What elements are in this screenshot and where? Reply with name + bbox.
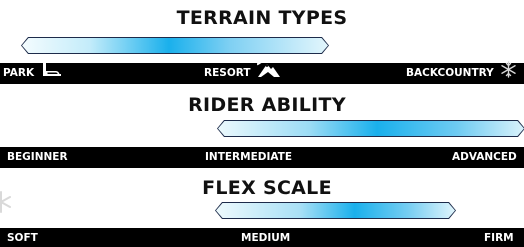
label-park-text: PARK [3,67,35,79]
label-resort-text: RESORT [204,67,251,79]
label-soft: SOFT [7,232,38,244]
terrain-label-band: PARK RESORT BACKCOUNTRY [0,60,524,86]
flex-range-bar [215,202,456,219]
label-medium: MEDIUM [241,232,291,244]
flex-label-band: SOFT MEDIUM FIRM [0,228,524,247]
label-backcountry-text: BACKCOUNTRY [406,67,494,79]
partial-snowflake-icon [0,191,12,218]
label-beginner: BEGINNER [7,151,68,163]
ability-label-band: BEGINNER INTERMEDIATE ADVANCED [0,147,524,168]
label-firm: FIRM [484,232,514,244]
label-park: PARK [3,63,62,84]
terrain-types-heading: TERRAIN TYPES [176,7,348,29]
flex-scale-heading: FLEX SCALE [202,177,332,199]
park-icon [40,62,62,85]
ability-range-bar [217,120,524,137]
label-resort: RESORT [204,60,281,86]
terrain-range-bar [21,37,329,54]
label-backcountry: BACKCOUNTRY [406,61,517,86]
rider-ability-heading: RIDER ABILITY [188,94,346,116]
backcountry-snowflake-icon [500,61,517,86]
resort-icon [256,60,281,86]
label-advanced: ADVANCED [452,151,517,163]
label-intermediate: INTERMEDIATE [205,151,293,163]
